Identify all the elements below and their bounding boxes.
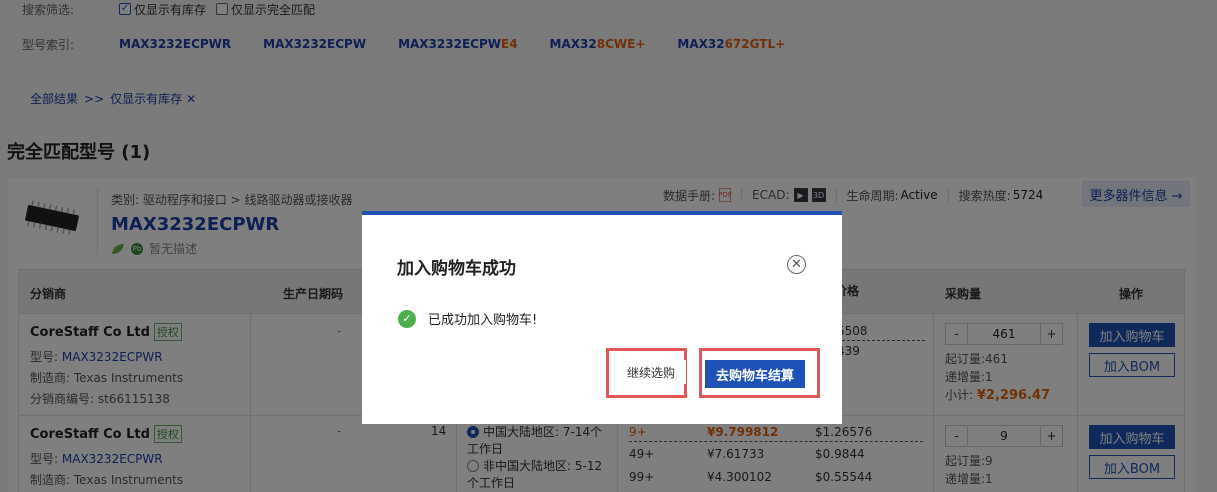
check-circle-icon: ✓ (398, 309, 416, 328)
success-message: ✓ 已成功加入购物车! (398, 309, 537, 328)
dialog-title: 加入购物车成功 (397, 259, 516, 279)
add-to-cart-dialog: 加入购物车成功 ✕ ✓ 已成功加入购物车! 继续选购 去购物车结算 (362, 211, 842, 424)
success-text: 已成功加入购物车! (428, 313, 538, 328)
close-icon[interactable]: ✕ (787, 255, 806, 274)
continue-shopping-button[interactable]: 继续选购 (616, 360, 686, 384)
go-to-checkout-button[interactable]: 去购物车结算 (705, 360, 805, 388)
